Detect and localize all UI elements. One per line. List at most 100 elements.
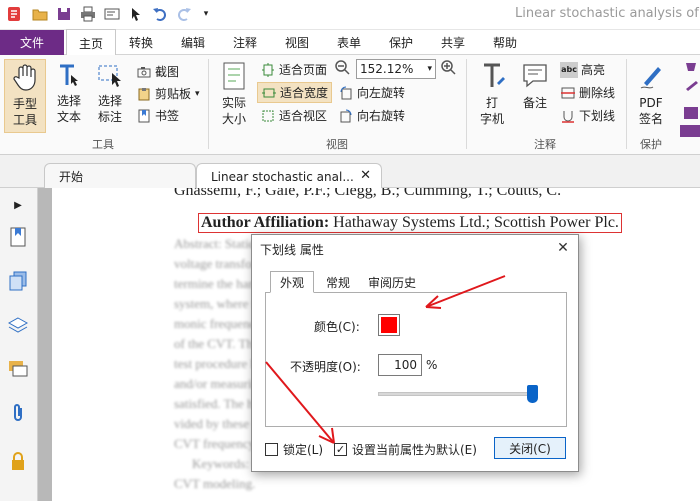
tools-group-label: 工具	[92, 138, 114, 151]
clipboard-dropdown-icon: ▾	[195, 88, 200, 99]
tab-convert[interactable]: 转换	[118, 30, 164, 55]
select-annotation-label: 选择 标注	[97, 94, 122, 124]
strikethrough-icon	[560, 85, 576, 101]
zoom-dropdown-icon: ▾	[427, 64, 432, 74]
tab-edit[interactable]: 编辑	[170, 30, 216, 55]
open-icon[interactable]	[32, 6, 48, 22]
lock-checkbox-box[interactable]	[265, 443, 278, 456]
attachments-panel-icon[interactable]	[7, 402, 29, 424]
dialog-close-icon[interactable]: ✕	[554, 239, 572, 257]
typewriter-icon	[479, 61, 505, 95]
pages-panel-icon[interactable]	[7, 270, 29, 292]
view-group-label: 视图	[326, 138, 348, 151]
bookmark-button[interactable]: 书签	[136, 107, 179, 124]
redo-icon[interactable]	[176, 6, 192, 22]
tab-document[interactable]: Linear stochastic anal... ✕	[196, 163, 382, 189]
tab-general[interactable]: 常规	[318, 271, 358, 293]
fit-view-button[interactable]: 适合视区	[260, 107, 327, 124]
window-title: Linear stochastic analysis of pol	[515, 6, 700, 21]
set-default-checkbox[interactable]: ✓ 设置当前属性为默认(E)	[334, 441, 477, 458]
tab-share[interactable]: 共享	[430, 30, 476, 55]
lock-panel-icon[interactable]	[7, 450, 29, 472]
zoom-select[interactable]: 152.12% ▾	[356, 59, 436, 79]
tab-annotate[interactable]: 注释	[222, 30, 268, 55]
close-tab-icon[interactable]: ✕	[360, 168, 371, 183]
file-menu[interactable]: 文件	[0, 30, 64, 55]
hand-tool-label: 手型 工具	[12, 97, 37, 127]
annotation-group-label: 注释	[534, 138, 556, 151]
app-logo-icon	[6, 6, 22, 22]
pdf-sign-button[interactable]: PDF 签名	[630, 61, 672, 127]
color-swatch	[381, 317, 397, 333]
tab-appearance[interactable]: 外观	[270, 271, 314, 293]
hand-icon	[12, 64, 38, 96]
select-text-button[interactable]: 选择 文本	[50, 63, 88, 125]
print-icon[interactable]	[80, 6, 96, 22]
underlined-affiliation[interactable]: Author Affiliation: Hathaway Systems Ltd…	[198, 213, 622, 233]
opacity-label: 不透明度(O):	[290, 360, 361, 374]
rotate-right-button[interactable]: 向右旋转	[338, 107, 405, 124]
protect-group-label: 保护	[640, 138, 662, 151]
highlight-icon: abc	[560, 61, 578, 78]
authors-line: Ghassemi, F.; Gale, P.F.; Clegg, B.; Cum…	[174, 188, 562, 199]
fit-page-icon	[260, 62, 276, 78]
close-button[interactable]: 关闭(C)	[494, 437, 566, 459]
note-button[interactable]: 备注	[514, 61, 556, 111]
bookmark-panel-icon[interactable]	[7, 226, 29, 248]
select-box-icon	[96, 63, 124, 93]
expand-panel-icon[interactable]: ▶	[7, 194, 29, 216]
tab-review-history[interactable]: 审阅历史	[362, 271, 422, 293]
appearance-panel: 颜色(C): 不透明度(O): 100 %	[265, 292, 567, 427]
pen-sign-icon	[638, 61, 664, 95]
fit-width-button[interactable]: 适合宽度	[257, 82, 333, 103]
properties-icon[interactable]	[104, 6, 120, 22]
undo-icon[interactable]	[152, 6, 168, 22]
typewriter-button[interactable]: 打 字机	[472, 61, 512, 127]
layers-panel-icon[interactable]	[7, 314, 29, 336]
bookmark-icon	[136, 108, 152, 124]
tab-protect[interactable]: 保护	[378, 30, 424, 55]
zoom-in-button[interactable]	[440, 59, 459, 75]
opacity-slider-track[interactable]	[378, 392, 538, 396]
rotate-left-icon	[338, 85, 354, 101]
body-line: CVT modeling.	[174, 476, 256, 491]
zoom-out-icon	[334, 59, 350, 75]
qa-dropdown-icon[interactable]: ▾	[198, 6, 214, 22]
text-cursor-icon	[56, 63, 82, 93]
pointer-icon[interactable]	[128, 6, 144, 22]
color-label: 颜色(C):	[314, 320, 360, 334]
document-tab-bar: 开始 Linear stochastic anal... ✕	[0, 155, 700, 189]
fit-page-button[interactable]: 适合页面	[260, 61, 327, 78]
tab-form[interactable]: 表单	[326, 30, 372, 55]
clipboard-button[interactable]: 剪贴板 ▾	[136, 85, 200, 102]
tab-start[interactable]: 开始	[44, 163, 196, 189]
tab-view[interactable]: 视图	[274, 30, 320, 55]
tab-help[interactable]: 帮助	[482, 30, 528, 55]
comments-panel-icon[interactable]	[7, 358, 29, 380]
tab-home[interactable]: 主页	[66, 29, 116, 56]
select-text-label: 选择 文本	[56, 94, 81, 124]
clipboard-icon	[136, 86, 152, 102]
note-icon	[521, 61, 549, 95]
actual-size-button[interactable]: 实际 大小	[214, 61, 254, 127]
highlight-button[interactable]: abc 高亮	[560, 61, 605, 78]
opacity-input[interactable]: 100	[378, 354, 422, 376]
screenshot-button[interactable]: 截图	[136, 63, 179, 80]
zoom-out-button[interactable]	[334, 59, 353, 75]
underline-button[interactable]: 下划线	[560, 107, 615, 124]
lock-checkbox[interactable]: 锁定(L)	[265, 441, 323, 458]
rotate-left-button[interactable]: 向左旋转	[338, 84, 405, 101]
strikethrough-button[interactable]: 删除线	[560, 84, 615, 101]
title-bar: ▾ Linear stochastic analysis of pol	[0, 0, 700, 30]
select-annotation-button[interactable]: 选择 标注	[90, 63, 130, 125]
ribbon-separator	[466, 59, 467, 149]
ribbon-separator	[626, 59, 627, 149]
opacity-unit: %	[426, 358, 438, 372]
opacity-slider-thumb[interactable]	[527, 385, 538, 403]
hand-tool-button[interactable]: 手型 工具	[4, 59, 46, 133]
color-picker[interactable]	[378, 314, 400, 336]
left-sidebar: ▶	[0, 188, 38, 501]
zoom-in-icon	[440, 59, 456, 75]
set-default-checkbox-box[interactable]: ✓	[334, 443, 347, 456]
save-icon[interactable]	[56, 6, 72, 22]
